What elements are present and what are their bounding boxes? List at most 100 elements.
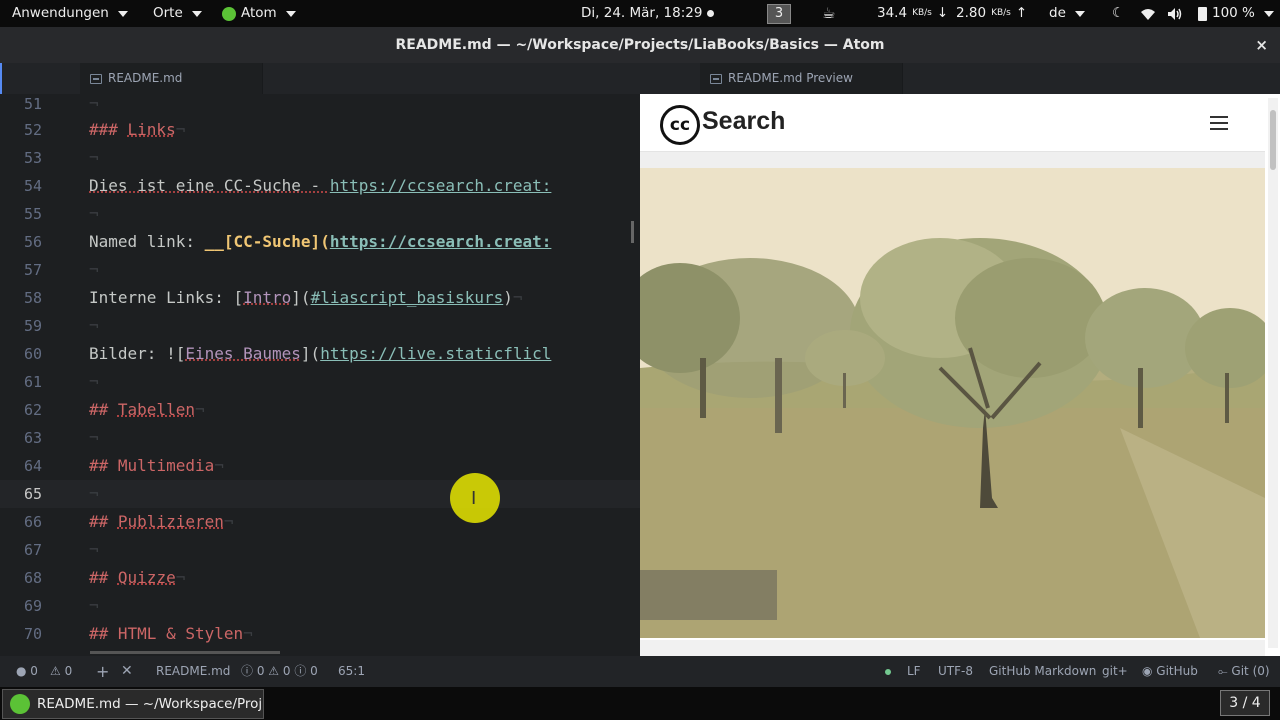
volume-icon[interactable]	[1167, 0, 1183, 27]
add-icon[interactable]: +	[96, 656, 109, 687]
applications-menu[interactable]: Anwendungen	[12, 0, 128, 27]
code-line-current[interactable]: 65 ¬	[0, 480, 640, 508]
scrollbar-thumb[interactable]	[1270, 110, 1276, 170]
code-line[interactable]: 55 ¬	[0, 200, 640, 228]
close-icon[interactable]: ✕	[121, 656, 133, 687]
git-label: Git (0)	[1231, 664, 1270, 678]
chevron-down-icon	[1074, 10, 1085, 17]
code-line[interactable]: 62 ## Tabellen¬	[0, 396, 640, 424]
clock[interactable]: Di, 24. Mär, 18:29	[581, 0, 715, 27]
language-menu[interactable]: de	[1049, 0, 1085, 27]
link-label: Intro	[243, 288, 292, 307]
code-line[interactable]: 58 Interne Links: [Intro](#liascript_basi…	[0, 284, 640, 312]
tab-readme[interactable]: README.md	[80, 63, 263, 94]
places-menu[interactable]: Orte	[153, 0, 202, 27]
editor-tab-bar: README.md	[0, 63, 640, 94]
heading-marker: ###	[89, 120, 128, 139]
linter-errors[interactable]: ● 0	[16, 656, 38, 687]
net-speed-up: 2.80 KB/s ↑	[956, 0, 1027, 27]
cc-brand[interactable]: Search	[702, 107, 785, 136]
tab-readme-preview[interactable]: README.md Preview	[700, 63, 903, 94]
line-number: 57	[23, 261, 42, 279]
code-line[interactable]: 57 ¬	[0, 256, 640, 284]
heading-text: Publizieren	[117, 512, 224, 531]
code-line[interactable]: 56 Named link: __[CC-Suche](https://ccsea…	[0, 228, 640, 256]
chevron-down-icon	[1263, 10, 1274, 17]
editor-scrollbar[interactable]	[631, 221, 634, 243]
status-file-name[interactable]: README.md	[156, 656, 230, 687]
code-line[interactable]: 52 ### Links¬	[0, 116, 640, 144]
taskbar: README.md — ~/Workspace/Proj... 3 / 4	[0, 687, 1280, 720]
line-ending[interactable]: LF	[907, 656, 921, 687]
code-editor[interactable]: 51 ¬ 52 ### Links ¬ 53 ¬ 54 Dies ist eine CC-…	[0, 94, 640, 656]
file-icon	[710, 73, 722, 84]
code-line[interactable]: 66 ## Publizieren¬	[0, 508, 640, 536]
line-number: 65	[23, 485, 42, 503]
code-line[interactable]: 64 ## Multimedia¬	[0, 452, 640, 480]
app-menu[interactable]: Atom	[222, 0, 296, 27]
preview-scrollbar[interactable]	[1268, 98, 1278, 648]
net-down-unit: KB/s	[912, 8, 932, 18]
line-number: 54	[23, 177, 42, 195]
linter-warnings[interactable]: ⚠ 0	[50, 656, 72, 687]
code-line[interactable]: 68 ## Quizze¬	[0, 564, 640, 592]
code-line[interactable]: 51 ¬	[0, 94, 640, 118]
markdown-preview[interactable]: cc Search	[640, 94, 1280, 656]
applications-menu-label: Anwendungen	[12, 5, 109, 21]
cursor-position[interactable]: 65:1	[338, 656, 365, 687]
line-number: 52	[23, 121, 42, 139]
git-plus[interactable]: git+	[1102, 656, 1128, 687]
tree-photo	[640, 168, 1265, 638]
grammar-selector[interactable]: GitHub Markdown	[989, 656, 1096, 687]
wifi-icon[interactable]	[1140, 0, 1156, 27]
github-button[interactable]: ◉ GitHub	[1142, 656, 1198, 687]
cc-search-header: cc Search	[640, 94, 1265, 152]
text: ](	[291, 288, 311, 307]
workspace-switcher[interactable]: 3 / 4	[1220, 690, 1270, 716]
code-line[interactable]: 60 Bilder: ![Eines Baumes](https://live.s…	[0, 340, 640, 368]
linter-summary[interactable]: ⓘ 0 ⚠ 0 ⓘ 0	[241, 656, 318, 687]
heading-marker: ##	[89, 568, 118, 587]
url-link[interactable]: https://ccsearch.creat:	[330, 176, 552, 195]
git-button[interactable]: ⟜ Git (0)	[1218, 656, 1270, 687]
workspace-number: 3	[767, 3, 791, 24]
code-line[interactable]: 54 Dies ist eine CC-Suche - https://ccsea…	[0, 172, 640, 200]
taskbar-atom-window[interactable]: README.md — ~/Workspace/Proj...	[2, 689, 264, 719]
workspace-indicator[interactable]: 3	[767, 0, 791, 27]
err-count: 0	[310, 664, 318, 678]
night-light-icon[interactable]: ☾	[1112, 0, 1124, 27]
code-line[interactable]: 70 ## HTML & Stylen¬	[0, 620, 640, 648]
atom-icon	[222, 6, 236, 21]
code-line[interactable]: 67 ¬	[0, 536, 640, 564]
menu-icon[interactable]	[1210, 116, 1228, 130]
code-line[interactable]: 61 ¬	[0, 368, 640, 396]
image-alt: Eines Baumes	[185, 344, 301, 363]
anchor-link[interactable]: #liascript_basiskurs	[311, 288, 504, 307]
battery-icon	[1198, 6, 1207, 21]
url-link[interactable]: https://ccsearch.creat:	[330, 232, 552, 251]
file-encoding[interactable]: UTF-8	[938, 656, 973, 687]
cc-logo[interactable]: cc	[660, 105, 700, 145]
line-number: 60	[23, 345, 42, 363]
coffee-icon[interactable]: ☕	[822, 0, 835, 27]
preview-horizontal-scrollbar[interactable]	[640, 640, 1265, 656]
code-line[interactable]: 59 ¬	[0, 312, 640, 340]
arrow-down-icon: ↓	[936, 5, 949, 21]
tab-preview-label: README.md Preview	[728, 71, 853, 85]
text-cursor-icon: I	[471, 488, 477, 509]
code-line[interactable]: 53 ¬	[0, 144, 640, 172]
net-up-value: 2.80	[956, 5, 987, 21]
line-number: 61	[23, 373, 42, 391]
code-line[interactable]: 69 ¬	[0, 592, 640, 620]
invisible-eol: ¬	[89, 94, 99, 113]
line-number: 64	[23, 457, 42, 475]
code-line[interactable]: 63 ¬	[0, 424, 640, 452]
url-link[interactable]: https://live.staticflicl	[320, 344, 551, 363]
heading-marker: ##	[89, 624, 118, 643]
line-number: 58	[23, 289, 42, 307]
close-window-button[interactable]: ×	[1255, 27, 1268, 63]
line-number: 63	[23, 429, 42, 447]
battery-status[interactable]: 100 %	[1198, 0, 1274, 27]
editor-horizontal-scrollbar[interactable]	[90, 651, 280, 654]
line-number: 69	[23, 597, 42, 615]
